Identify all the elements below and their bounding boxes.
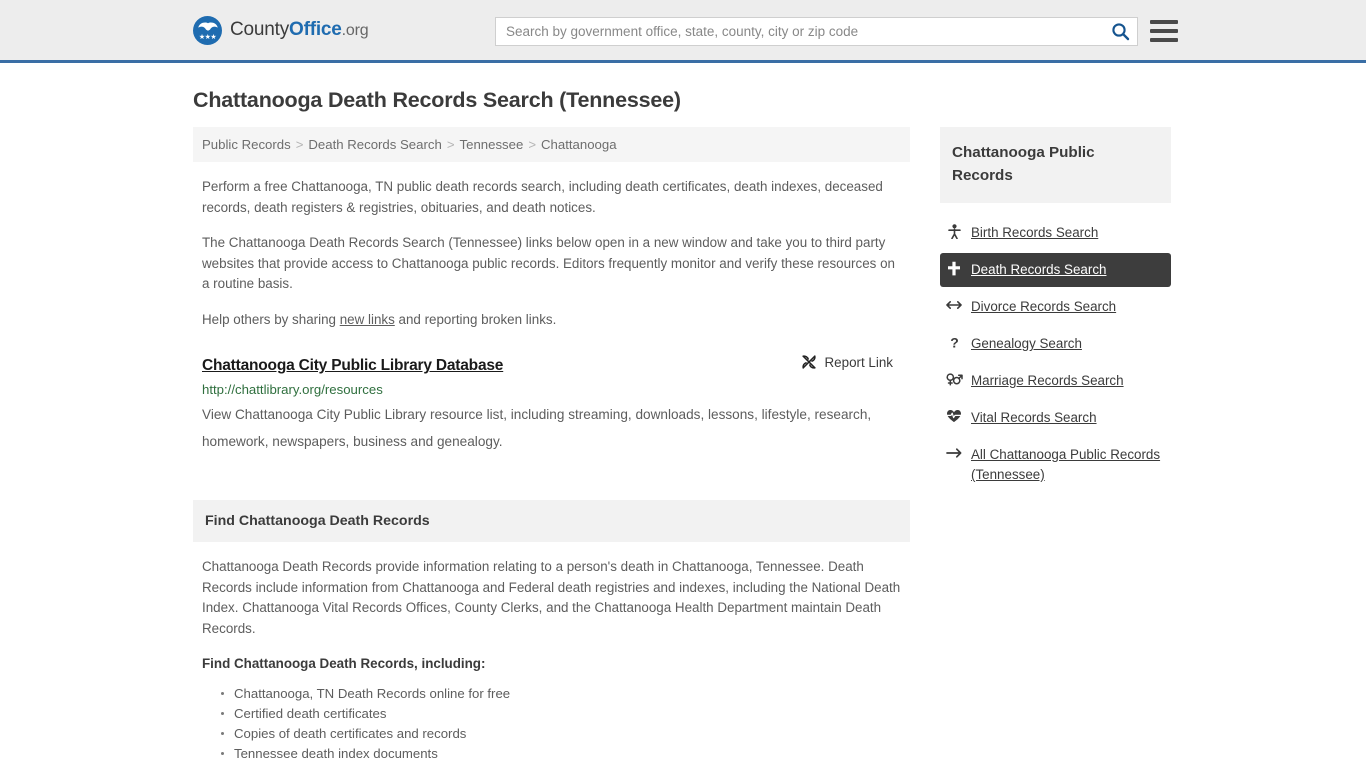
breadcrumb-separator: >: [446, 137, 455, 152]
arrows-left-right-icon: [946, 297, 962, 315]
page-title: Chattanooga Death Records Search (Tennes…: [193, 88, 681, 112]
breadcrumb-separator: >: [528, 137, 537, 152]
breadcrumb-item-chattanooga[interactable]: Chattanooga: [541, 137, 617, 152]
result-header-row: Chattanooga City Public Library Database…: [202, 354, 901, 375]
plus-cross-icon: [946, 260, 962, 280]
sidebar-item-label: Birth Records Search: [971, 225, 1099, 240]
find-section-body: Chattanooga Death Records provide inform…: [202, 559, 901, 636]
heartbeat-icon: [946, 408, 962, 427]
breadcrumb-item-tennessee[interactable]: Tennessee: [460, 137, 524, 152]
sidebar-item-label: Vital Records Search: [971, 410, 1097, 425]
sidebar-item-label: All Chattanooga Public Records (Tennesse…: [971, 447, 1161, 482]
arrow-right-icon: [946, 445, 962, 463]
sidebar-item-label: Death Records Search: [971, 262, 1107, 277]
find-records-list: Chattanooga, TN Death Records online for…: [193, 684, 910, 768]
eagle-icon: [197, 21, 218, 31]
intro-paragraph-2: The Chattanooga Death Records Search (Te…: [202, 235, 895, 291]
list-item: Copies of death certificates and records: [221, 724, 910, 744]
list-item: Tennessee death index documents: [221, 744, 910, 764]
site-logo-link[interactable]: ★★★ CountyOffice.org: [193, 15, 369, 45]
sidebar-item-marriage-records-search[interactable]: Marriage Records Search: [940, 364, 1171, 398]
search-icon: [1111, 23, 1129, 41]
site-header: ★★★ CountyOffice.org: [0, 0, 1366, 63]
find-section-heading: Find Chattanooga Death Records: [193, 500, 910, 542]
breadcrumb: Public Records > Death Records Search > Tenn…: [193, 127, 910, 162]
find-section-subheading: Find Chattanooga Death Records, includin…: [202, 656, 486, 671]
menu-bar-2: [1150, 29, 1178, 33]
sidebar-item-genealogy-search[interactable]: ? Genealogy Search: [940, 327, 1171, 361]
page-container: Chattanooga Death Records Search (Tennes…: [0, 88, 1366, 768]
content-row: Public Records > Death Records Search > Tenn…: [193, 127, 1173, 768]
search-button[interactable]: [1103, 18, 1137, 45]
search-input[interactable]: [496, 18, 1103, 45]
svg-text:?: ?: [950, 335, 959, 350]
sidebar-item-all-public-records[interactable]: All Chattanooga Public Records (Tennesse…: [940, 438, 1171, 492]
intro-paragraph-1: Perform a free Chattanooga, TN public de…: [202, 179, 883, 215]
menu-bar-1: [1150, 20, 1178, 24]
report-link-button[interactable]: Report Link: [801, 354, 901, 370]
venus-mars-icon: [946, 371, 963, 390]
site-logo-text: CountyOffice.org: [230, 19, 369, 41]
sidebar-heading: Chattanooga Public Records: [940, 127, 1171, 203]
hamburger-menu-button[interactable]: [1150, 18, 1178, 44]
broken-link-icon: [801, 355, 816, 369]
sidebar-item-label: Divorce Records Search: [971, 299, 1117, 314]
sidebar-links: Birth Records Search Death Records Searc…: [940, 216, 1171, 492]
stars-icon: ★★★: [198, 33, 217, 41]
menu-bar-3: [1150, 38, 1178, 42]
sidebar-item-death-records-search[interactable]: Death Records Search: [940, 253, 1171, 287]
sidebar: Chattanooga Public Records Birth Records…: [940, 127, 1171, 495]
share-links-paragraph: Help others by sharing new links and rep…: [193, 310, 910, 331]
report-link-label: Report Link: [824, 354, 893, 370]
sidebar-item-birth-records-search[interactable]: Birth Records Search: [940, 216, 1171, 250]
result-link-block: Chattanooga City Public Library Database…: [193, 354, 910, 455]
new-links-link[interactable]: new links: [340, 312, 395, 327]
search-bar[interactable]: [495, 17, 1138, 46]
baby-icon: [946, 223, 962, 243]
eagle-shield-logo-icon: ★★★: [193, 15, 222, 45]
breadcrumb-item-death-records-search[interactable]: Death Records Search: [308, 137, 441, 152]
brand-part-tld: .org: [341, 22, 369, 39]
sidebar-item-divorce-records-search[interactable]: Divorce Records Search: [940, 290, 1171, 324]
brand-part-office: Office: [289, 19, 342, 40]
share-prefix: Help others by sharing: [202, 311, 340, 327]
result-url-link[interactable]: http://chattlibrary.org/resources: [202, 382, 901, 397]
result-title-link[interactable]: Chattanooga City Public Library Database: [202, 357, 503, 375]
main-column: Public Records > Death Records Search > Tenn…: [193, 127, 910, 768]
breadcrumb-item-public-records[interactable]: Public Records: [202, 137, 291, 152]
breadcrumb-separator: >: [295, 137, 304, 152]
share-suffix: and reporting broken links.: [394, 311, 557, 327]
question-mark-icon: ?: [946, 334, 962, 354]
sidebar-item-label: Marriage Records Search: [971, 373, 1124, 388]
list-item: Genealogical records: [234, 764, 910, 768]
sidebar-item-label: Genealogy Search: [971, 336, 1082, 351]
result-description: View Chattanooga City Public Library res…: [202, 407, 872, 449]
list-item: Chattanooga, TN Death Records online for…: [221, 684, 910, 704]
sidebar-item-vital-records-search[interactable]: Vital Records Search: [940, 401, 1171, 435]
list-item: Certified death certificates: [221, 704, 910, 724]
brand-part-county: County: [230, 19, 290, 40]
